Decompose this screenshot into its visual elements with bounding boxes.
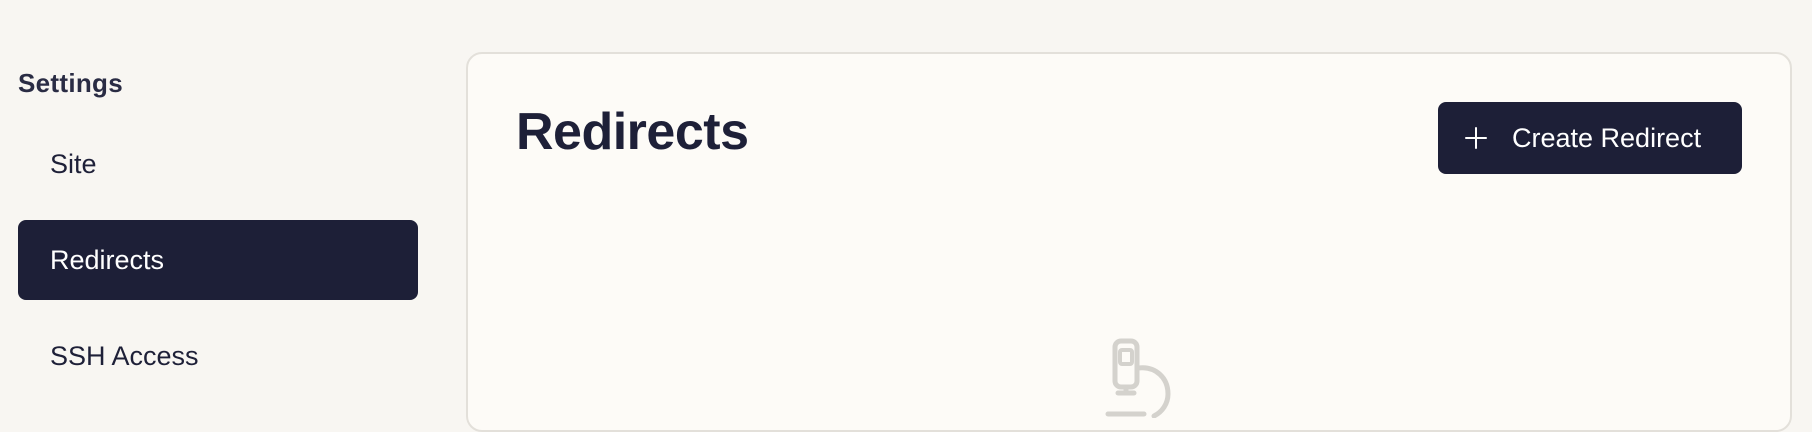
sidebar-item-site[interactable]: Site xyxy=(18,124,418,204)
sidebar-item-label: Redirects xyxy=(50,244,165,275)
sidebar-item-label: SSH Access xyxy=(50,340,199,371)
redirects-panel: Redirects Create Redirect xyxy=(466,52,1792,432)
sidebar-item-label: Site xyxy=(50,148,97,179)
microscope-icon xyxy=(1104,338,1174,419)
page-title: Redirects xyxy=(516,103,749,161)
sidebar-item-redirects[interactable]: Redirects xyxy=(18,220,418,300)
create-redirect-button[interactable]: Create Redirect xyxy=(1438,102,1742,174)
sidebar-heading: Settings xyxy=(18,68,123,98)
sidebar-item-ssh-access[interactable]: SSH Access xyxy=(18,316,418,396)
create-redirect-label: Create Redirect xyxy=(1512,122,1702,153)
plus-icon xyxy=(1464,126,1488,150)
